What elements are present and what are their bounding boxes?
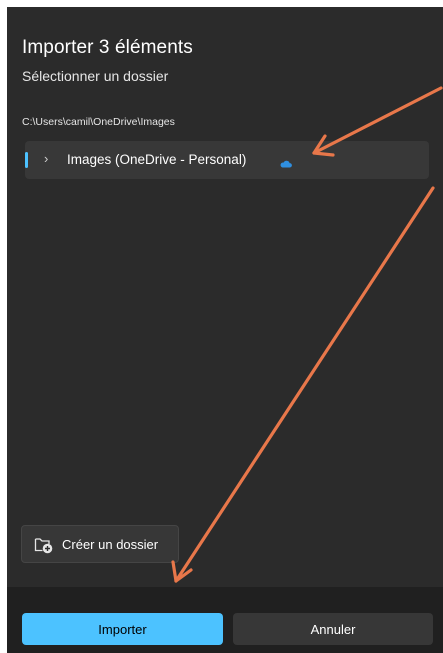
dialog-subtitle: Sélectionner un dossier [22,68,169,84]
cloud-icon [280,155,292,173]
folder-tree-item[interactable]: › Images (OneDrive - Personal) [25,141,429,179]
import-dialog: Importer 3 éléments Sélectionner un doss… [7,7,443,653]
new-folder-button[interactable]: Créer un dossier [21,525,179,563]
folder-path: C:\Users\camil\OneDrive\Images [22,116,175,128]
cancel-button[interactable]: Annuler [233,613,433,645]
import-button[interactable]: Importer [22,613,223,645]
chevron-right-icon[interactable]: › [44,151,48,166]
selection-indicator [25,152,28,168]
dialog-title: Importer 3 éléments [22,37,193,58]
new-folder-label: Créer un dossier [62,537,159,552]
new-folder-icon [34,536,54,559]
folder-tree-item-label: Images (OneDrive - Personal) [67,152,247,167]
dialog-footer: Importer Annuler [7,587,443,653]
